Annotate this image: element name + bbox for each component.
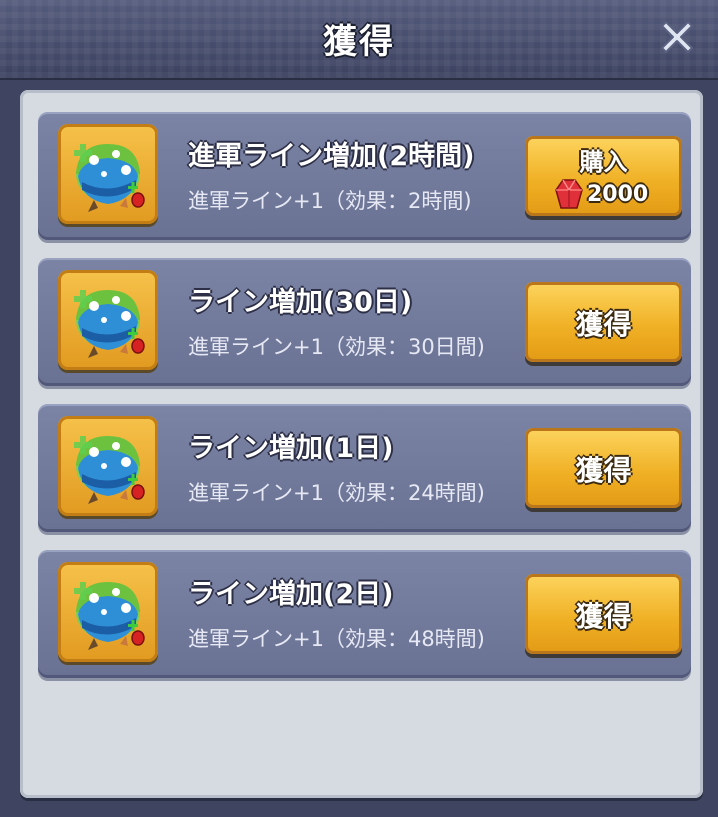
get-button[interactable]: 獲得 bbox=[525, 574, 682, 654]
dialog-title: 獲得 bbox=[323, 22, 395, 62]
get-button-label: 獲得 bbox=[575, 600, 632, 633]
price-value: 2000 bbox=[587, 182, 649, 207]
item-description: 進軍ライン+1（効果：30日間) bbox=[188, 335, 485, 359]
item-description: 進軍ライン+1（効果：48時間) bbox=[188, 627, 485, 651]
get-button[interactable]: 獲得 bbox=[525, 282, 682, 362]
item-title: 進軍ライン増加(2時間) bbox=[188, 141, 475, 172]
dialog-header: 獲得 bbox=[0, 0, 718, 80]
buy-button-label: 購入 bbox=[579, 148, 628, 176]
item-icon-frame bbox=[58, 562, 158, 662]
get-button[interactable]: 獲得 bbox=[525, 428, 682, 508]
item-row: ライン増加(1日) 進軍ライン+1（効果：24時間) 獲得 bbox=[38, 404, 691, 532]
gem-icon bbox=[555, 179, 583, 209]
item-row: 進軍ライン増加(2時間) 進軍ライン+1（効果：2時間) 購入 2000 bbox=[38, 112, 691, 240]
item-title: ライン増加(30日) bbox=[188, 287, 413, 318]
close-button[interactable] bbox=[654, 14, 700, 60]
item-icon-frame bbox=[58, 270, 158, 370]
item-icon-frame bbox=[58, 416, 158, 516]
buy-button[interactable]: 購入 2000 bbox=[525, 136, 682, 216]
item-icon-frame bbox=[58, 124, 158, 224]
helmet-icon bbox=[64, 568, 152, 656]
price: 2000 bbox=[555, 178, 675, 209]
purchase-dialog: 獲得 進軍ライン増加(2時間) 進軍ライン+1（効果：2時間) 購入 2000 bbox=[0, 0, 718, 817]
item-row: ライン増加(30日) 進軍ライン+1（効果：30日間) 獲得 bbox=[38, 258, 691, 386]
close-icon bbox=[661, 21, 693, 53]
item-description: 進軍ライン+1（効果：24時間) bbox=[188, 481, 485, 505]
get-button-label: 獲得 bbox=[575, 308, 632, 341]
item-description: 進軍ライン+1（効果：2時間) bbox=[188, 189, 472, 213]
helmet-icon bbox=[64, 130, 152, 218]
get-button-label: 獲得 bbox=[575, 454, 632, 487]
item-row: ライン増加(2日) 進軍ライン+1（効果：48時間) 獲得 bbox=[38, 550, 691, 678]
helmet-icon bbox=[64, 276, 152, 364]
item-title: ライン増加(1日) bbox=[188, 433, 394, 464]
item-title: ライン増加(2日) bbox=[188, 579, 394, 610]
helmet-icon bbox=[64, 422, 152, 510]
